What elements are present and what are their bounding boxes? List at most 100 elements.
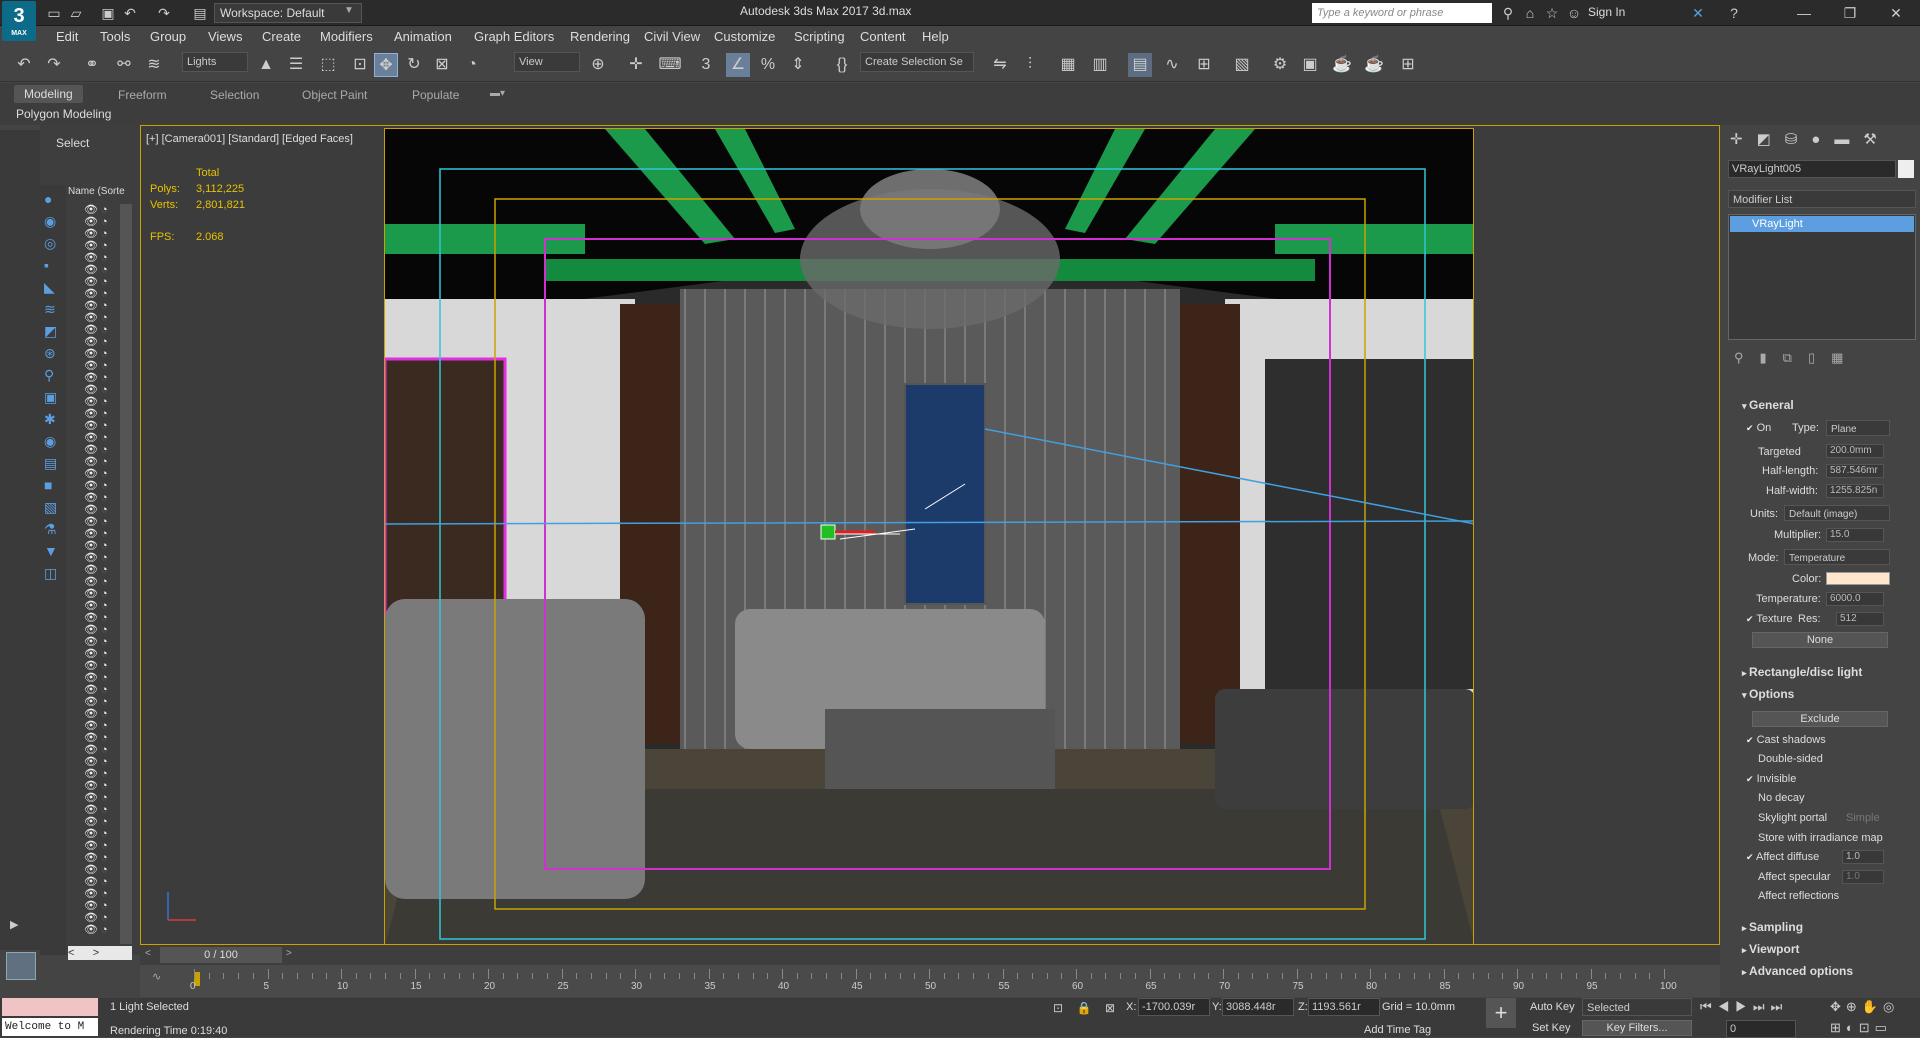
placement-icon[interactable]: ◔ [460, 53, 484, 77]
tab-freeform[interactable]: Freeform [118, 88, 167, 102]
add-time-tag[interactable]: Add Time Tag [1364, 1024, 1431, 1036]
no-decay-checkbox[interactable]: No decay [1758, 792, 1804, 804]
sign-in-button[interactable]: Sign In [1588, 5, 1625, 19]
menu-rendering[interactable]: Rendering [570, 29, 630, 44]
type-dropdown[interactable]: Plane [1826, 420, 1890, 436]
affect-diffuse-spinner[interactable]: 1.0 [1842, 850, 1884, 864]
reference-coord-dropdown[interactable]: View [514, 52, 580, 72]
curve-editor-icon[interactable]: ∿ [1160, 53, 1184, 77]
angle-snap-icon[interactable]: ∠ [726, 53, 750, 77]
advanced-options-rollout[interactable]: ▸ Advanced options [1732, 962, 1908, 980]
targeted-spinner[interactable]: 200.0mm [1826, 444, 1884, 458]
tab-selection[interactable]: Selection [210, 88, 259, 102]
command-panel-tabs[interactable]: ✛◩⛁●▬⚒ [1730, 130, 1891, 148]
key-mode-dropdown[interactable]: Selected [1582, 998, 1692, 1016]
unlink-icon[interactable]: ⚯ [112, 53, 136, 77]
scene-name-column[interactable]: Name (Sorte [68, 186, 125, 197]
toggle-ribbon-icon[interactable]: ▥ [1088, 53, 1112, 77]
maxscript-input[interactable]: Welcome to M [2, 1018, 98, 1036]
multiplier-spinner[interactable]: 15.0 [1826, 528, 1884, 542]
double-sided-checkbox[interactable]: Double-sided [1758, 753, 1823, 765]
keyboard-shortcut-icon[interactable]: ⌨ [658, 53, 682, 77]
options-rollout[interactable]: ▾ Options [1732, 685, 1908, 703]
tab-modeling[interactable]: Modeling [14, 85, 83, 103]
undo-icon[interactable]: ↶ [12, 53, 36, 77]
menu-civil-view[interactable]: Civil View [644, 29, 700, 44]
cast-shadows-checkbox[interactable]: ✔ Cast shadows [1746, 734, 1826, 746]
simple-checkbox[interactable]: Simple [1846, 812, 1880, 824]
absolute-mode-icon[interactable]: ⊠ [1100, 998, 1120, 1018]
camera-render-view[interactable] [384, 128, 1474, 945]
time-next-icon[interactable]: > [286, 948, 292, 959]
texture-checkbox[interactable]: ✔ Texture [1746, 613, 1792, 625]
menu-edit[interactable]: Edit [56, 29, 78, 44]
x-coordinate-field[interactable]: -1700.039r [1138, 998, 1210, 1016]
rendered-frame-icon[interactable]: ▣ [1298, 53, 1322, 77]
affect-specular-spinner[interactable]: 1.0 [1842, 870, 1884, 884]
workspace-dropdown[interactable]: Workspace: Default [214, 3, 362, 23]
binoculars-icon[interactable]: ⚲ [1498, 3, 1518, 23]
z-coordinate-field[interactable]: 1193.561r [1308, 998, 1380, 1016]
menu-views[interactable]: Views [208, 29, 242, 44]
open-file-icon[interactable]: ▱ [66, 3, 86, 23]
menu-customize[interactable]: Customize [714, 29, 775, 44]
maxscript-listener[interactable] [2, 998, 98, 1016]
invisible-checkbox[interactable]: ✔ Invisible [1746, 773, 1796, 785]
vray-toolbar-icon[interactable]: ⊞ [1396, 53, 1420, 77]
app-logo[interactable]: 3 MAX [2, 1, 36, 41]
select-by-name-icon[interactable]: ☰ [284, 53, 308, 77]
undo-icon[interactable]: ↶ [120, 3, 140, 23]
modifier-list-dropdown[interactable]: Modifier List [1728, 190, 1916, 208]
object-color-swatch[interactable] [1898, 160, 1914, 178]
save-icon[interactable]: ▣ [98, 3, 118, 23]
viewport-nav-icons-2[interactable]: ⊞◐⊡▭ [1830, 1020, 1892, 1036]
selection-filter-dropdown[interactable]: Lights [182, 52, 248, 72]
menu-animation[interactable]: Animation [394, 29, 452, 44]
lock-icon[interactable]: 🔒 [1074, 998, 1094, 1018]
targeted-checkbox[interactable]: Targeted [1758, 446, 1801, 458]
expand-arrow-icon[interactable]: ▶ [10, 918, 18, 931]
mirror-icon[interactable]: ⇋ [988, 53, 1012, 77]
add-icon[interactable]: + [1486, 998, 1516, 1028]
viewport-rollout[interactable]: ▸ Viewport [1732, 940, 1908, 958]
viewport-nav-icons[interactable]: ✥⊕✋◎ [1830, 999, 1899, 1015]
color-swatch[interactable] [1826, 572, 1890, 585]
y-coordinate-field[interactable]: 3088.448r [1222, 998, 1294, 1016]
select-manipulate-icon[interactable]: ✛ [624, 53, 648, 77]
select-object-icon[interactable]: ▲ [254, 53, 278, 77]
menu-graph-editors[interactable]: Graph Editors [474, 29, 554, 44]
search-input[interactable]: Type a keyword or phrase [1312, 3, 1492, 23]
selection-set-dropdown[interactable]: Create Selection Se [860, 52, 974, 72]
scene-visibility-column[interactable]: 👁 ◔ 👁 ◔ 👁 ◔ 👁 ◔ 👁 ◔ 👁 ◔ 👁 ◔ 👁 ◔ 👁 ◔ 👁 ◔ 👁 ◔ 👁 ◔ 👁 ◔ 👁… [84, 204, 122, 954]
move-icon[interactable]: ✥ [374, 53, 398, 77]
scale-icon[interactable]: ⊠ [430, 53, 454, 77]
polygon-modeling-label[interactable]: Polygon Modeling [16, 107, 111, 121]
tab-object-paint[interactable]: Object Paint [302, 88, 367, 102]
ribbon-options-icon[interactable]: ▬▾ [490, 88, 505, 99]
texture-none-button[interactable]: None [1752, 632, 1888, 648]
affect-diffuse-checkbox[interactable]: ✔ Affect diffuse [1746, 851, 1819, 863]
stack-toolbar-icons[interactable]: ⚲▮⧉▯▦ [1734, 350, 1859, 366]
exclude-button[interactable]: Exclude [1752, 711, 1888, 727]
new-file-icon[interactable]: ▭ [44, 3, 64, 23]
playback-controls[interactable]: ⏮◀▶⏭⏭ [1700, 999, 1788, 1015]
scene-filter-icons[interactable]: ● ◉ ◎ ▪ ◣ ≋ ◩ ⊛ ⚲ ▣ ✱ ◉ ▤ ■ ▧ ⚗ ▼ ◫ [44, 188, 58, 584]
scene-explorer-icon[interactable]: ▤ [1128, 53, 1152, 77]
curve-editor-mini-icon[interactable]: ∿ [152, 970, 161, 983]
restore-icon[interactable]: ❐ [1840, 3, 1860, 23]
render-setup-icon[interactable]: ⚙ [1268, 53, 1292, 77]
project-icon[interactable]: ▤ [190, 3, 210, 23]
named-selection-icon[interactable]: {} [830, 53, 854, 77]
menu-scripting[interactable]: Scripting [794, 29, 845, 44]
temperature-spinner[interactable]: 6000.0 [1826, 592, 1884, 606]
half-length-spinner[interactable]: 587.546mr [1826, 464, 1884, 478]
scene-select-menu[interactable]: Select [56, 136, 89, 150]
region-select-icon[interactable]: ⬚ [316, 53, 340, 77]
layer-explorer-icon[interactable]: ▦ [1056, 53, 1080, 77]
redo-icon[interactable]: ↷ [154, 3, 174, 23]
render-production-icon[interactable]: ☕ [1330, 53, 1354, 77]
sampling-rollout[interactable]: ▸ Sampling [1732, 918, 1908, 936]
general-rollout[interactable]: ▾ General [1732, 396, 1908, 414]
menu-help[interactable]: Help [922, 29, 949, 44]
menu-group[interactable]: Group [150, 29, 186, 44]
